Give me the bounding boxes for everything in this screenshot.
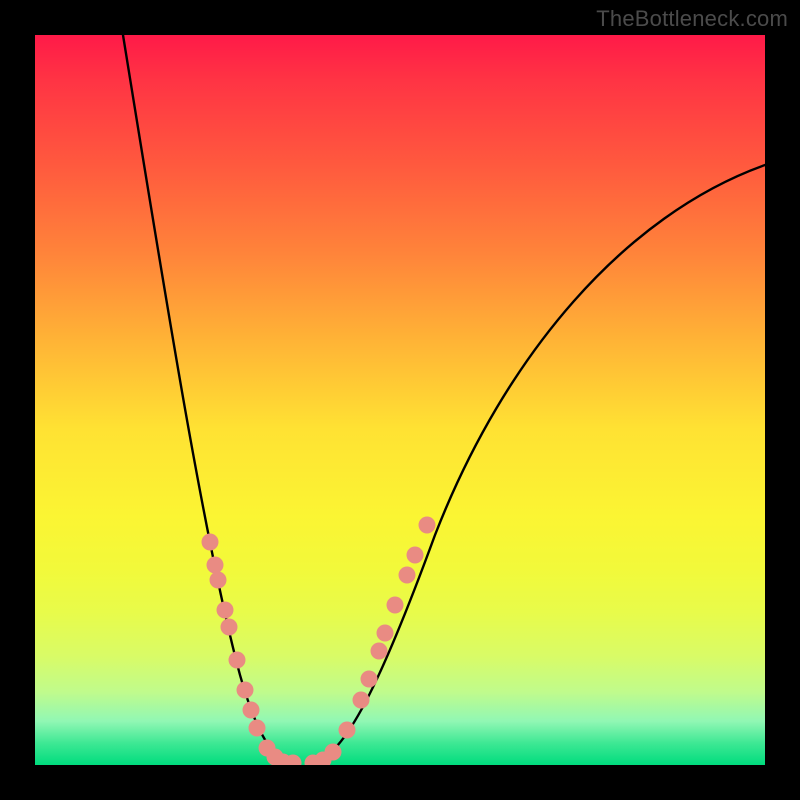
data-point-dot bbox=[361, 671, 378, 688]
dots-left-group bbox=[202, 534, 302, 766]
chart-frame: TheBottleneck.com bbox=[0, 0, 800, 800]
data-point-dot bbox=[207, 557, 224, 574]
plot-area bbox=[35, 35, 765, 765]
data-point-dot bbox=[243, 702, 260, 719]
data-point-dot bbox=[339, 722, 356, 739]
curve-left bbox=[123, 35, 293, 763]
data-point-dot bbox=[249, 720, 266, 737]
data-point-dot bbox=[229, 652, 246, 669]
data-point-dot bbox=[407, 547, 424, 564]
data-point-dot bbox=[210, 572, 227, 589]
curve-right bbox=[313, 165, 765, 763]
chart-svg bbox=[35, 35, 765, 765]
dots-right-group bbox=[305, 517, 436, 766]
data-point-dot bbox=[419, 517, 436, 534]
data-point-dot bbox=[371, 643, 388, 660]
data-point-dot bbox=[217, 602, 234, 619]
data-point-dot bbox=[237, 682, 254, 699]
data-point-dot bbox=[202, 534, 219, 551]
data-point-dot bbox=[325, 744, 342, 761]
data-point-dot bbox=[377, 625, 394, 642]
data-point-dot bbox=[399, 567, 416, 584]
data-point-dot bbox=[387, 597, 404, 614]
data-point-dot bbox=[221, 619, 238, 636]
watermark-text: TheBottleneck.com bbox=[596, 6, 788, 32]
data-point-dot bbox=[353, 692, 370, 709]
